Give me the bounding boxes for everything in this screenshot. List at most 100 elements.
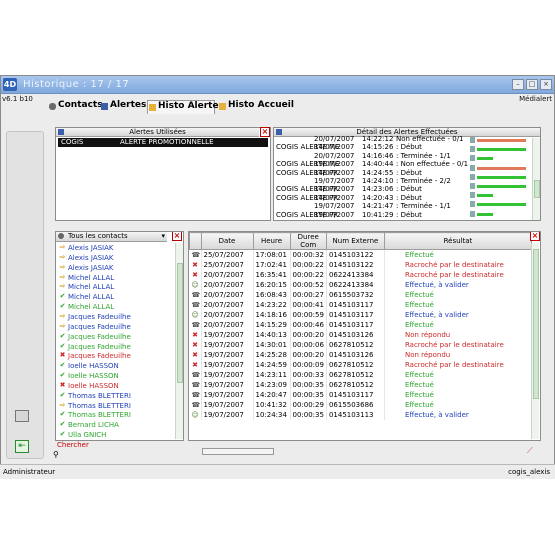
scroll-thumb[interactable] [534,180,540,198]
contact-name: Ioelle HASSON [68,381,119,390]
speaker-icon [101,103,108,110]
column-header[interactable]: Résultat [383,232,532,250]
cell-num: 0145103126 [326,349,385,360]
table-row[interactable]: ✖ 19/07/2007 14:25:28 00:00:20 0145103126 Non… [189,349,532,360]
close-icon[interactable]: × [172,232,182,241]
arrow-right-icon: ⇨ [59,243,66,251]
table-row[interactable]: ☎ 19/07/2007 10:41:32 00:00:29 0615503686 Eff… [189,399,532,410]
icon-column-header [189,232,202,250]
horizontal-scrollbar[interactable] [202,448,274,455]
cell-resultat: Effectué, à valider [384,309,532,320]
table-row[interactable]: ☎ 25/07/2007 17:08:01 00:00:32 0145103122 Eff… [189,249,532,260]
table-row[interactable]: ☺ 20/07/2007 16:20:15 00:00:52 0622413384 Eff… [189,279,532,290]
cell-num: 0622413384 [326,269,385,280]
search-icon[interactable]: ⚲ [53,450,63,459]
contact-name: Thomas BLETTERI [68,401,131,410]
table-row[interactable]: ✖ 19/07/2007 14:24:59 00:00:09 0627810512 Rac… [189,359,532,370]
cross-icon: ✖ [192,350,198,359]
detail-time: 14:24:55 [362,168,394,177]
detail-date: 14/07/2007 [314,168,355,177]
contact-name: Michel ALLAL [68,283,115,292]
table-row[interactable]: ✖ 20/07/2007 16:35:41 00:00:22 0622413384 Rac… [189,269,532,280]
column-header[interactable]: Date [200,232,254,250]
table-row[interactable]: ☎ 20/07/2007 14:15:29 00:00:46 0145103117 Eff… [189,319,532,330]
cell-resultat: Racroché par le destinataire [384,269,532,280]
column-header[interactable]: Num Externe [325,232,385,250]
contact-name: Jacques Fadeuilhe [68,312,131,321]
table-header-row: Date Heure Duree Com Num Externe Résulta… [189,232,532,250]
table-row[interactable]: ☎ 19/07/2007 14:23:11 00:00:33 0627810512 Eff… [189,369,532,380]
phone-icon: ☎ [191,320,201,329]
tab-contacts[interactable]: Contacts [48,100,103,114]
scroll-thumb[interactable] [177,263,183,383]
table-row[interactable]: ☎ 20/07/2007 16:08:43 00:00:27 0615503732 Eff… [189,289,532,300]
app-logo-icon: 4D [3,78,17,91]
cell-duree: 00:00:59 [290,309,327,320]
scroll-thumb[interactable] [533,249,539,399]
detail-time: 14:40:44 [362,160,394,169]
phone-icon [470,210,475,217]
phone-icon [470,146,475,153]
cell-heure: 10:24:34 [253,409,291,420]
phone-icon [470,201,475,208]
cell-duree: 00:00:46 [290,319,327,330]
arrow-right-icon: ⇨ [59,272,66,281]
contact-name: Alexis JASIAK [68,244,114,252]
close-icon[interactable]: × [530,232,540,241]
person-icon: ☺ [191,310,199,319]
contacts-scrollbar[interactable] [175,243,183,439]
title-bar[interactable]: 4D Historique : 17 / 17 – □ × [1,76,554,94]
arrow-right-icon: ⇨ [59,321,66,330]
detail-status: : Début [396,193,422,202]
close-window-button[interactable]: × [540,79,552,90]
printer-icon[interactable] [15,410,29,422]
phone-icon: ☎ [191,390,201,399]
table-row[interactable]: ✖ 19/07/2007 14:40:13 00:00:20 0145103126 Non… [189,329,532,340]
tab-histo-alertes[interactable]: Histo Alertes [147,100,224,114]
status-login: cogis_alexis [508,468,550,476]
alert-row[interactable]: COGIS ALERTE PROMOTIONNELLE [58,138,268,147]
maximize-button[interactable]: □ [526,79,538,90]
table-row[interactable]: ☎ 19/07/2007 14:23:09 00:00:35 0627810512 Eff… [189,379,532,390]
close-icon[interactable]: × [260,127,270,137]
phone-icon: ☎ [191,290,201,299]
row-icon-cell: ✖ [189,349,202,360]
cell-date: 19/07/2007 [201,389,254,400]
table-row[interactable]: ☎ 19/07/2007 14:20:47 00:00:35 0145103117 Eff… [189,389,532,400]
calls-scrollbar[interactable] [531,243,539,439]
calls-table: Date Heure Duree Com Num Externe Résulta… [189,232,532,420]
row-icon-cell: ☎ [189,369,202,380]
window-title: Historique : 17 / 17 [23,79,130,90]
cell-resultat: Racroché par le destinataire [384,259,532,270]
chart-icon[interactable]: ⟋ [527,446,539,455]
cell-resultat: Effectué [384,319,532,330]
table-row[interactable]: ✖ 25/07/2007 17:02:41 00:00:22 0145103122 Rac… [189,259,532,270]
cell-heure: 16:20:15 [253,279,291,290]
column-header[interactable]: Duree Com [289,232,327,250]
arrow-icon [219,103,226,110]
contact-name: Michel ALLAL [68,293,115,302]
cell-resultat: Effectué [384,299,532,310]
check-icon: ✔ [59,341,66,350]
column-header[interactable]: Heure [252,232,291,250]
minimize-button[interactable]: – [512,79,524,90]
table-row[interactable]: ☺ 20/07/2007 14:18:16 00:00:59 0145103117 Eff… [189,309,532,320]
contact-name: Jacques Fadeuilhe [68,352,131,361]
cell-num: 0627810512 [326,339,385,350]
contacts-list: ⇨ Alexis JASIAK ⇨ Alexis JASIAK ⇨ Alexis JASI… [56,243,174,440]
chevron-down-icon[interactable]: ▾ [161,232,165,241]
detail-status: : Terminée - 2/2 [396,177,451,185]
contact-name: Thomas BLETTERI [68,391,131,400]
tab-alertes[interactable]: Alertes [100,100,146,114]
cell-num: 0145103117 [326,309,385,320]
details-scrollbar[interactable] [532,138,540,220]
table-row[interactable]: ✖ 19/07/2007 14:30:01 00:00:06 0627810512 Rac… [189,339,532,350]
tab-histo-accueil[interactable]: Histo Accueil [218,100,294,114]
cell-date: 20/07/2007 [201,289,254,300]
check-icon: ✔ [59,302,66,311]
contacts-filter[interactable]: Tous les contacts ▾ [56,232,167,242]
table-row[interactable]: ☺ 19/07/2007 10:24:34 00:00:35 0145103113 Eff… [189,409,532,420]
exit-icon[interactable]: ⇤ [15,440,29,453]
table-row[interactable]: ☎ 20/07/2007 14:23:22 00:00:41 0145103117 Eff… [189,299,532,310]
check-icon: ✔ [59,420,66,429]
